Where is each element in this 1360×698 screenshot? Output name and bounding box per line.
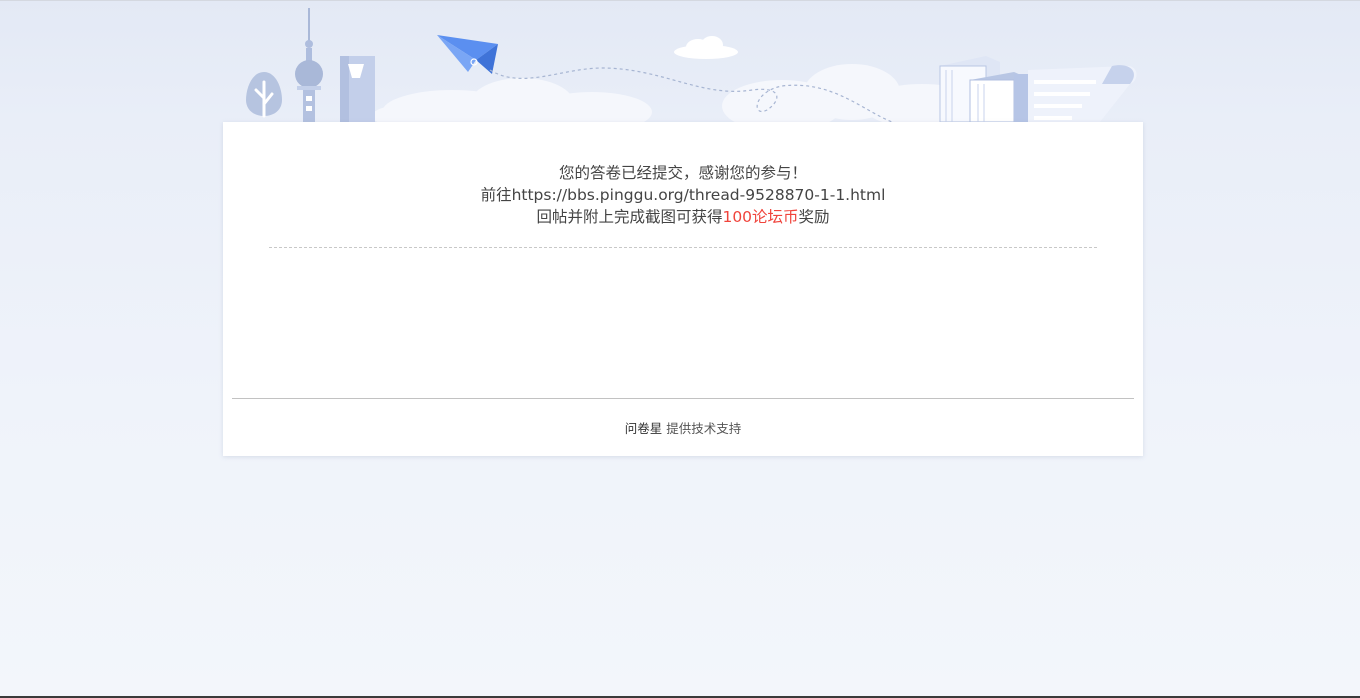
skyscraper-icon [340,56,375,122]
thank-you-text: 您的答卷已经提交，感谢您的参与！ [558,164,807,182]
reward-amount: 100论坛币 [722,208,799,226]
reward-text-suffix: 奖励 [798,208,830,226]
support-text: 提供技术支持 [666,421,742,436]
reward-text: 回帖并附上完成截图可获得100论坛币奖励 [223,206,1143,228]
tree-icon [246,72,282,118]
footer: 问卷星 提供技术支持 [223,420,1143,438]
cloud-icon [674,36,738,59]
forum-link-text: 前往https://bbs.pinggu.org/thread-9528870-… [480,186,886,204]
footer-divider [232,398,1134,399]
reward-text-prefix: 回帖并附上完成截图可获得 [536,208,723,226]
paper-plane-icon [437,35,498,74]
tv-tower-icon [295,8,323,122]
brand-link[interactable]: 问卷星 [625,421,663,436]
confirmation-message: 您的答卷已经提交，感谢您的参与！ 前往https://bbs.pinggu.or… [223,162,1143,228]
dashed-divider [269,247,1097,248]
result-card: 您的答卷已经提交，感谢您的参与！ 前往https://bbs.pinggu.or… [223,122,1143,456]
books-icon [939,56,1028,122]
document-scroll-icon [1028,65,1137,122]
cloud-icon [372,64,980,122]
header-illustration [222,0,1143,122]
